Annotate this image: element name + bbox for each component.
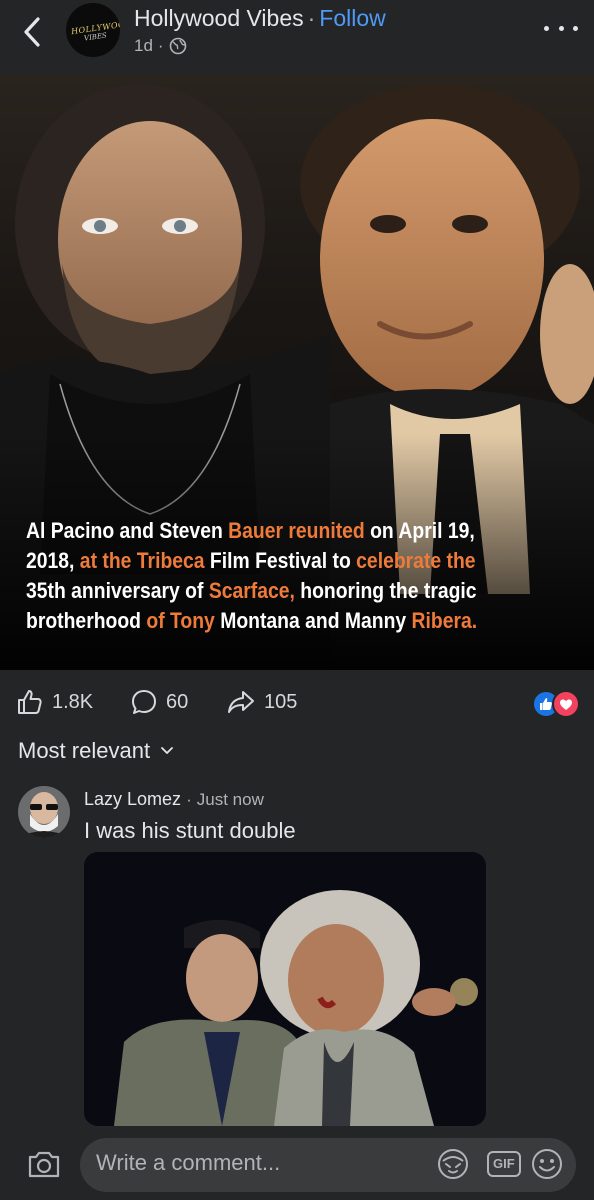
post-caption: Al Pacino and Steven Bauer reunited on A… — [26, 516, 576, 636]
like-button[interactable]: 1.8K — [16, 682, 93, 722]
page-avatar[interactable]: HOLLYWOOD VIBES — [66, 3, 120, 57]
caption-segment: Montana and Manny — [214, 608, 412, 633]
thumbs-up-icon — [18, 690, 42, 714]
smiley-icon — [532, 1149, 562, 1179]
caption-line: 35th anniversary of Scarface, honoring t… — [26, 576, 576, 606]
caption-highlight: at the Tribeca — [79, 548, 205, 573]
gif-label: GIF — [493, 1156, 515, 1171]
reaction-summary[interactable] — [532, 690, 580, 718]
share-count: 105 — [264, 690, 298, 713]
avatar-sticker-button[interactable] — [436, 1147, 470, 1181]
back-button[interactable] — [14, 12, 50, 52]
post-age[interactable]: 1d — [134, 36, 153, 56]
share-arrow-icon — [228, 691, 254, 713]
comment-header: Lazy Lomez · Just now — [84, 789, 264, 810]
post-header: HOLLYWOOD VIBES Hollywood Vibes · Follow 1… — [0, 0, 594, 74]
more-dot — [544, 25, 549, 31]
avatar-sticker-icon — [438, 1149, 468, 1179]
follow-button[interactable]: Follow — [319, 5, 385, 31]
love-reaction-icon — [552, 690, 580, 718]
page-name[interactable]: Hollywood Vibes — [134, 5, 304, 31]
post-photo[interactable]: Al Pacino and Steven Bauer reunited on A… — [0, 74, 594, 670]
comment-sort-dropdown[interactable]: Most relevant — [18, 738, 174, 764]
caption-segment: on April 19, — [364, 518, 475, 543]
gif-button[interactable]: GIF — [486, 1149, 522, 1179]
camera-button[interactable] — [26, 1148, 62, 1180]
more-dot — [558, 25, 564, 31]
caption-line: Al Pacino and Steven Bauer reunited on A… — [26, 516, 576, 546]
avatar-logo-sub: VIBES — [83, 31, 108, 43]
comment-count: 60 — [166, 690, 189, 713]
comment-text: I was his stunt double — [84, 818, 296, 843]
caption-highlight: Bauer reunited — [228, 518, 365, 543]
post-meta: 1d · — [134, 36, 187, 56]
commenter-name[interactable]: Lazy Lomez — [84, 789, 181, 809]
caption-segment: Film Festival to — [204, 548, 357, 573]
comment-button[interactable]: 60 — [130, 682, 188, 722]
share-button[interactable]: 105 — [226, 682, 297, 722]
caption-segment: Al Pacino and Steven — [26, 518, 229, 543]
page-title-row: Hollywood Vibes · Follow — [134, 5, 386, 32]
more-options-button[interactable] — [544, 18, 578, 38]
commenter-avatar[interactable] — [18, 786, 70, 838]
commenter-avatar-image — [18, 786, 70, 838]
meta-separator: · — [157, 36, 164, 55]
camera-icon — [28, 1151, 60, 1178]
caption-segment: 2018, — [26, 548, 80, 573]
caption-line: 2018, at the Tribeca Film Festival to ce… — [26, 546, 576, 576]
chevron-left-icon — [24, 17, 40, 47]
chevron-down-icon — [161, 747, 173, 754]
title-separator: · — [307, 5, 316, 31]
caption-highlight: Ribera. — [411, 608, 478, 633]
more-dot — [573, 25, 578, 31]
comment-time: Just now — [196, 790, 264, 809]
globe-icon — [169, 37, 186, 55]
like-count: 1.8K — [52, 690, 94, 713]
caption-highlight: Scarface, — [208, 578, 295, 603]
comment-input-placeholder[interactable]: Write a comment... — [96, 1150, 280, 1176]
comment-photo-illustration — [84, 852, 486, 1126]
sort-label: Most relevant — [18, 738, 151, 763]
caption-segment: honoring the tragic — [294, 578, 477, 603]
caption-highlight: of Tony — [146, 608, 215, 633]
post-actions: 1.8K 60 105 — [0, 682, 594, 722]
comment-bubble-icon — [132, 690, 156, 714]
caption-line: brotherhood of Tony Montana and Manny Ri… — [26, 606, 576, 636]
caption-segment: brotherhood — [26, 608, 147, 633]
caption-highlight: celebrate the — [356, 548, 476, 573]
comment-photo[interactable] — [84, 852, 486, 1126]
comment-separator: · — [186, 790, 192, 809]
caption-segment: 35th anniversary of — [26, 578, 209, 603]
emoji-button[interactable] — [530, 1147, 564, 1181]
